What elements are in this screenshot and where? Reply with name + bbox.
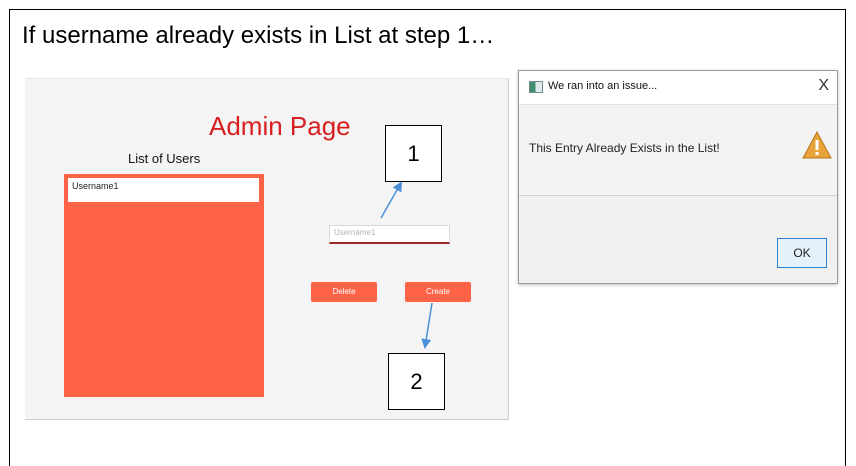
close-icon[interactable]: X — [818, 77, 829, 95]
app-icon — [529, 81, 543, 93]
step-1-callout: 1 — [385, 125, 442, 182]
warning-icon — [802, 131, 832, 159]
step-2-callout: 2 — [388, 353, 445, 410]
dialog-message: This Entry Already Exists in the List! — [529, 141, 720, 155]
ok-button[interactable]: OK — [777, 238, 827, 268]
error-dialog: We ran into an issue... X This Entry Alr… — [518, 70, 838, 284]
dialog-body: This Entry Already Exists in the List! — [519, 104, 837, 196]
arrow-to-step-1 — [380, 181, 402, 219]
dialog-titlebar: We ran into an issue... X — [519, 71, 837, 104]
dialog-title: We ran into an issue... — [548, 80, 658, 92]
arrow-to-step-2 — [421, 302, 433, 349]
